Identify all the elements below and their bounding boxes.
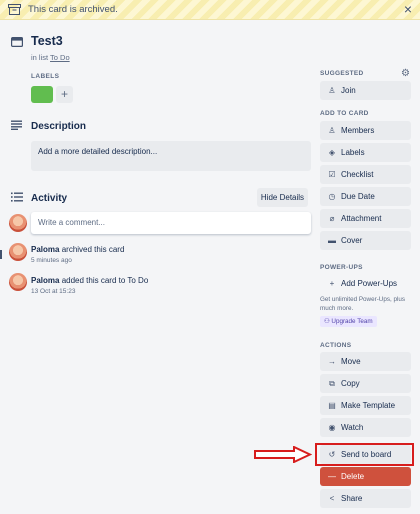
list-prefix: in list — [31, 53, 49, 62]
avatar[interactable] — [9, 243, 27, 261]
paperclip-icon: ⌀ — [329, 214, 335, 223]
scroll-edge-marker — [0, 250, 2, 259]
archived-banner: This card is archived. × — [0, 0, 420, 20]
plus-icon: + — [329, 279, 335, 288]
cover-icon: ▬ — [328, 236, 336, 245]
share-icon: < — [329, 494, 335, 503]
checklist-icon: ☑ — [328, 170, 336, 179]
list-link[interactable]: To Do — [50, 53, 70, 62]
actions-heading: ACTIONS — [320, 342, 352, 349]
upgrade-team-button[interactable]: ⚇ Upgrade Team — [320, 316, 377, 327]
activity-icon — [11, 192, 23, 202]
add-to-card-heading: ADD TO CARD — [320, 110, 369, 117]
share-label: Share — [341, 494, 363, 503]
description-heading: Description — [31, 121, 87, 132]
join-label: Join — [341, 86, 356, 95]
archive-icon — [8, 4, 21, 15]
avatar[interactable] — [9, 273, 27, 291]
labels-button[interactable]: ◈ Labels — [320, 143, 411, 162]
suggested-heading: SUGGESTED — [320, 70, 364, 77]
minus-icon: — — [328, 472, 336, 481]
labels-heading: LABELS — [31, 73, 60, 80]
upgrade-icon: ⚇ — [324, 318, 330, 325]
move-label: Move — [341, 357, 361, 366]
arrow-right-icon: → — [328, 357, 336, 366]
add-power-ups-button[interactable]: + Add Power-Ups — [320, 274, 411, 293]
add-power-ups-label: Add Power-Ups — [341, 279, 398, 288]
activity-action: added this card to To Do — [61, 276, 149, 285]
checklist-label: Checklist — [341, 170, 374, 179]
highlight-box — [315, 443, 414, 466]
join-button[interactable]: ♙ Join — [320, 81, 411, 100]
comment-input[interactable]: Write a comment... — [31, 212, 311, 234]
eye-icon: ◉ — [328, 423, 336, 432]
activity-time[interactable]: 5 minutes ago — [31, 257, 72, 264]
watch-button[interactable]: ◉ Watch — [320, 418, 411, 437]
attachment-label: Attachment — [341, 214, 382, 223]
activity-heading: Activity — [31, 193, 68, 204]
close-icon[interactable]: × — [404, 1, 412, 17]
due-date-button[interactable]: ◷ Due Date — [320, 187, 411, 206]
copy-button[interactable]: ⧉ Copy — [320, 374, 411, 393]
make-template-button[interactable]: ▤ Make Template — [320, 396, 411, 415]
label-green[interactable] — [31, 86, 53, 103]
activity-user[interactable]: Paloma — [31, 276, 59, 285]
tag-icon: ◈ — [328, 148, 336, 157]
activity-user[interactable]: Paloma — [31, 245, 59, 254]
delete-button[interactable]: — Delete — [320, 467, 411, 486]
copy-icon: ⧉ — [329, 379, 335, 388]
template-icon: ▤ — [328, 401, 336, 410]
attachment-button[interactable]: ⌀ Attachment — [320, 209, 411, 228]
move-button[interactable]: → Move — [320, 352, 411, 371]
add-label-button[interactable]: + — [56, 86, 73, 103]
members-label: Members — [341, 126, 375, 135]
clock-icon: ◷ — [328, 192, 336, 201]
share-button[interactable]: < Share — [320, 489, 411, 508]
person-icon: ♙ — [328, 86, 336, 95]
activity-action: archived this card — [61, 245, 125, 254]
card-icon — [11, 37, 23, 47]
description-input[interactable]: Add a more detailed description... — [31, 141, 311, 171]
archived-text: This card is archived. — [28, 4, 118, 15]
card-title[interactable]: Test3 — [31, 34, 63, 48]
due-date-label: Due Date — [341, 192, 375, 201]
activity-time[interactable]: 13 Oct at 15:23 — [31, 288, 75, 295]
copy-label: Copy — [341, 379, 360, 388]
delete-label: Delete — [341, 472, 365, 481]
avatar[interactable] — [9, 214, 27, 232]
activity-entry: Paloma added this card to To Do — [31, 276, 148, 285]
activity-entry: Paloma archived this card — [31, 245, 124, 254]
members-button[interactable]: ♙ Members — [320, 121, 411, 140]
hide-details-button[interactable]: Hide Details — [257, 188, 308, 207]
power-ups-text: Get unlimited Power-Ups, plus much more. — [320, 296, 406, 312]
person-icon: ♙ — [328, 126, 336, 135]
upgrade-label: Upgrade Team — [331, 318, 373, 325]
cover-button[interactable]: ▬ Cover — [320, 231, 411, 250]
power-ups-heading: POWER-UPS — [320, 264, 363, 271]
checklist-button[interactable]: ☑ Checklist — [320, 165, 411, 184]
labels-label: Labels — [341, 148, 365, 157]
description-icon — [11, 120, 22, 130]
watch-label: Watch — [341, 423, 364, 432]
make-template-label: Make Template — [341, 401, 396, 410]
arrow-right-annotation-icon — [254, 446, 312, 463]
list-info: in list To Do — [31, 53, 70, 62]
cover-label: Cover — [341, 236, 363, 245]
gear-icon[interactable]: ⚙ — [401, 68, 410, 79]
